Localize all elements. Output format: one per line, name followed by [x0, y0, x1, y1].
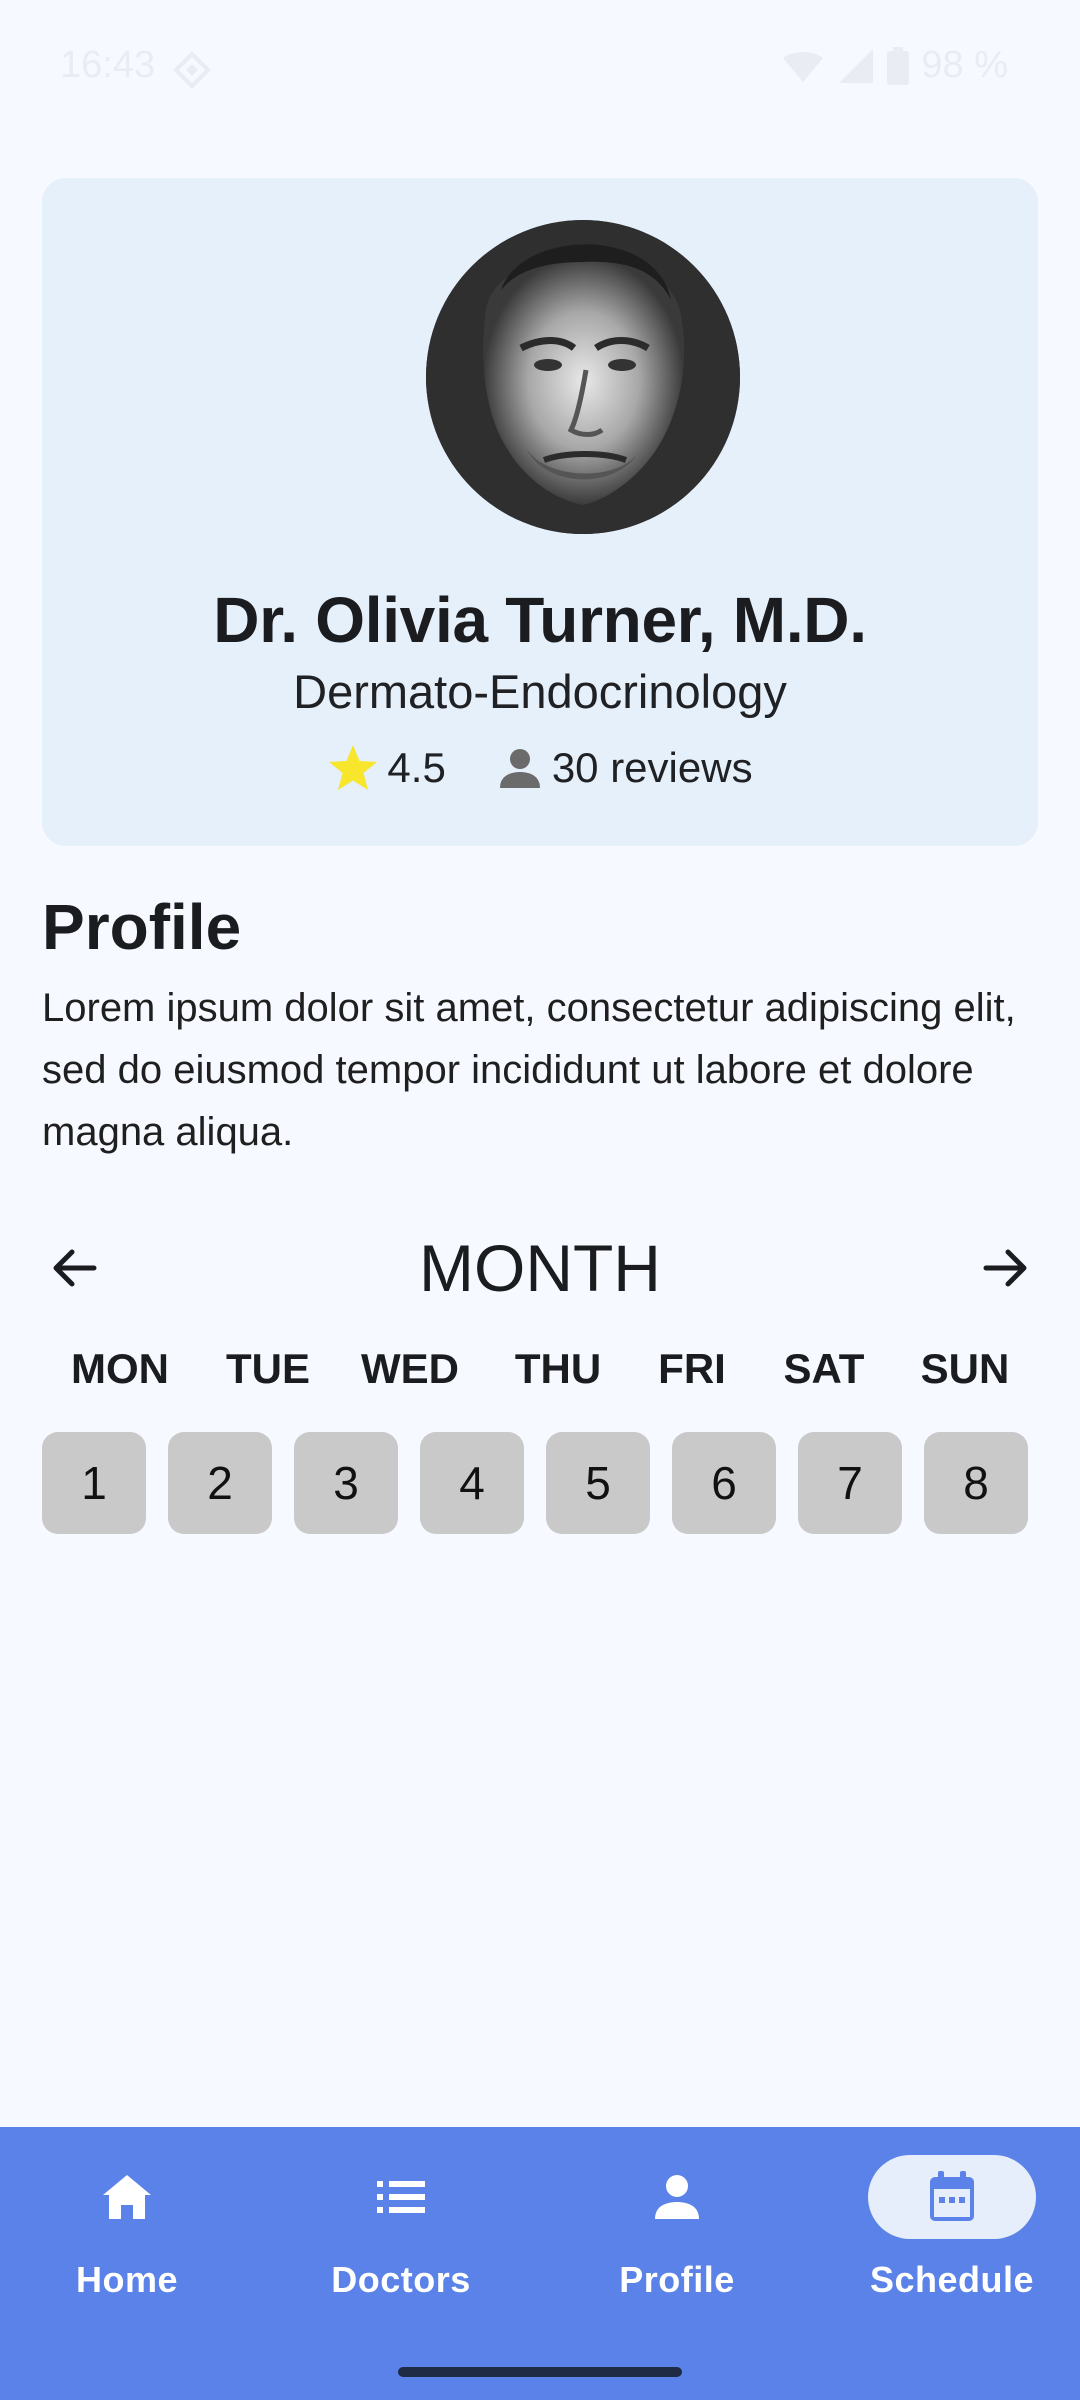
profile-heading: Profile — [42, 891, 242, 963]
reviews-group: 30 reviews — [498, 744, 753, 792]
nav-home-icon-wrap — [43, 2155, 211, 2239]
nav-doctors-icon-wrap — [317, 2155, 485, 2239]
nav-home-label: Home — [75, 2259, 179, 2300]
weekday-header: MON TUE WED THU FRI SAT SUN — [42, 1345, 1038, 1405]
profile-description: Lorem ipsum dolor sit amet, consectetur … — [42, 986, 1016, 1154]
calendar-icon — [930, 2171, 974, 2221]
weekday-wed: WED — [361, 1345, 459, 1392]
dates-row: 1 2 3 4 5 6 7 8 — [42, 1432, 1038, 1534]
weekday-tue: TUE — [226, 1345, 310, 1392]
battery-icon — [887, 46, 910, 85]
bottom-navigation: Home Doctors Profile Schedule — [0, 2127, 1080, 2400]
network-icon — [173, 51, 211, 89]
nav-profile-icon-wrap — [593, 2155, 761, 2239]
weekday-thu: THU — [514, 1345, 602, 1392]
nav-home[interactable]: Home — [27, 2127, 227, 2327]
month-navigator: MONTH — [42, 1230, 1038, 1310]
nav-schedule[interactable]: Schedule — [852, 2127, 1052, 2327]
signal-icon — [839, 48, 874, 83]
weekday-fri: FRI — [658, 1345, 726, 1392]
rating-group: 4.5 — [327, 743, 446, 793]
date-cell[interactable]: 4 — [420, 1432, 524, 1534]
reviews-count: 30 reviews — [551, 744, 753, 791]
person-icon — [655, 2175, 699, 2219]
date-cell[interactable]: 8 — [924, 1432, 1028, 1534]
doctor-card: Dr. Olivia Turner, M.D. Dermato-Endocrin… — [42, 178, 1038, 846]
arrow-right-icon — [983, 1249, 1027, 1287]
weekday-mon: MON — [71, 1345, 169, 1392]
date-cell[interactable]: 6 — [672, 1432, 776, 1534]
date-cell[interactable]: 7 — [798, 1432, 902, 1534]
nav-profile[interactable]: Profile — [577, 2127, 777, 2327]
date-cell[interactable]: 1 — [42, 1432, 146, 1534]
month-label: MONTH — [419, 1231, 661, 1305]
date-cell[interactable]: 5 — [546, 1432, 650, 1534]
home-indicator — [398, 2367, 682, 2377]
rating-value: 4.5 — [387, 744, 446, 791]
home-icon — [103, 2175, 151, 2219]
date-cell[interactable]: 2 — [168, 1432, 272, 1534]
status-time: 16:43 — [60, 44, 156, 86]
weekday-sat: SAT — [783, 1345, 865, 1392]
status-bar: 16:43 98 % — [0, 0, 1080, 130]
next-month-button[interactable] — [974, 1236, 1038, 1300]
doctor-specialty: Dermato-Endocrinology — [293, 665, 787, 718]
doctor-avatar — [426, 220, 740, 534]
date-cell[interactable]: 3 — [294, 1432, 398, 1534]
nav-profile-label: Profile — [619, 2259, 735, 2300]
rating-row: 4.5 30 reviews — [42, 743, 1038, 793]
list-icon — [377, 2181, 425, 2213]
weekday-sun: SUN — [920, 1345, 1010, 1392]
wifi-icon — [783, 51, 824, 82]
nav-schedule-icon-wrap — [868, 2155, 1036, 2239]
nav-schedule-label: Schedule — [869, 2259, 1035, 2300]
star-icon — [329, 745, 378, 790]
person-icon — [499, 749, 540, 788]
nav-doctors-label: Doctors — [331, 2259, 471, 2300]
status-right: 98 % — [781, 44, 1008, 87]
battery-percent: 98 % — [921, 44, 1008, 86]
doctor-name: Dr. Olivia Turner, M.D. — [213, 584, 867, 656]
nav-doctors[interactable]: Doctors — [301, 2127, 501, 2327]
